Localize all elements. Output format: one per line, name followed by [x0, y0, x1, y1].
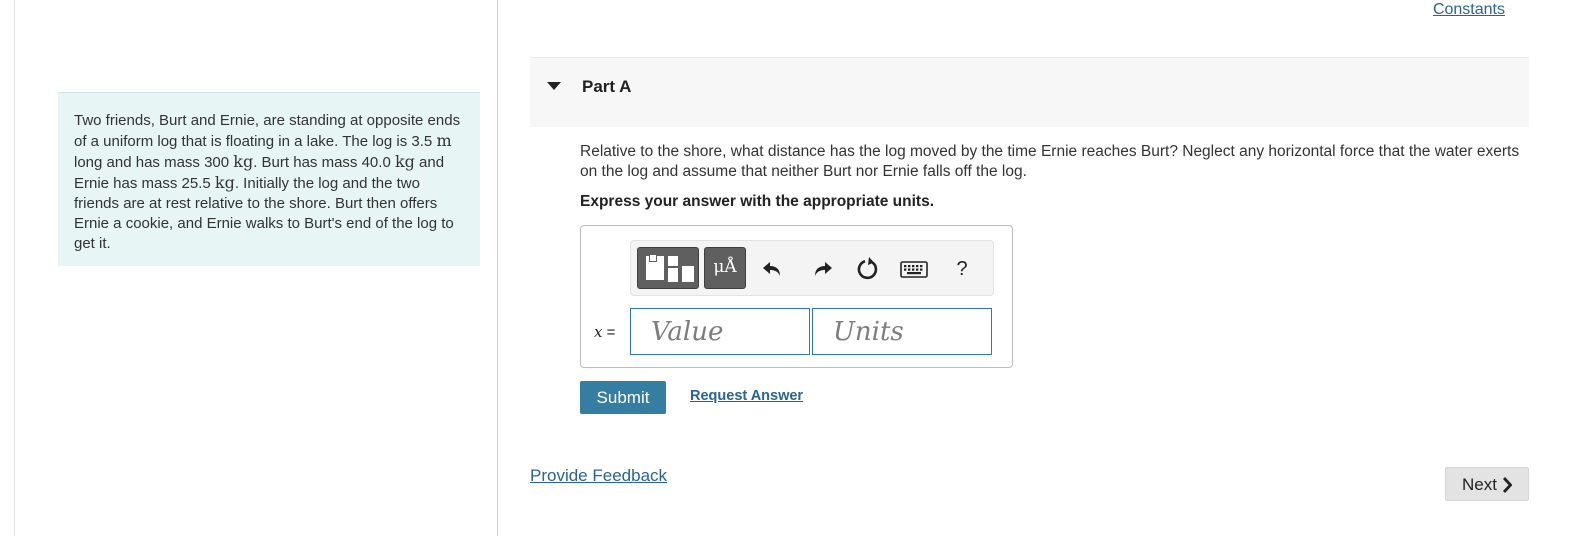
answer-instruction: Express your answer with the appropriate… [580, 193, 935, 210]
unit-meter: m [436, 131, 452, 150]
submit-button[interactable]: Submit [580, 381, 666, 414]
units-input[interactable] [812, 308, 992, 355]
request-answer-link[interactable]: Request Answer [690, 388, 803, 404]
keyboard-icon[interactable] [899, 254, 929, 284]
help-icon[interactable]: ? [947, 254, 977, 284]
reset-icon[interactable] [853, 254, 883, 284]
math-toolbar: μÅ ? [630, 240, 994, 296]
unit-kilogram: kg [394, 152, 415, 171]
problem-text: long and has mass 300 [74, 154, 234, 171]
problem-statement: Two friends, Burt and Ernie, are standin… [58, 92, 480, 266]
part-a-header[interactable]: Part A [530, 57, 1529, 127]
left-border [14, 0, 15, 536]
next-label: Next [1462, 475, 1497, 494]
chevron-right-icon [1502, 477, 1513, 498]
answer-panel: μÅ ? x = Value Units [580, 225, 1013, 368]
column-divider [497, 0, 498, 536]
variable-label: x = [594, 323, 615, 341]
redo-icon[interactable] [806, 254, 836, 284]
collapse-caret-icon[interactable] [547, 82, 561, 90]
value-input[interactable] [630, 308, 810, 355]
problem-text: . Burt has mass 40.0 [253, 154, 395, 171]
constants-link[interactable]: Constants [1433, 1, 1505, 19]
part-title: Part A [582, 77, 632, 96]
problem-text: Two friends, Burt and Ernie, are standin… [74, 112, 461, 150]
units-icon: μÅ [713, 257, 737, 277]
templates-button[interactable] [637, 247, 699, 289]
unit-kilogram: kg [214, 173, 235, 192]
next-button[interactable]: Next [1445, 467, 1529, 501]
question-text: Relative to the shore, what distance has… [580, 143, 1520, 180]
units-button[interactable]: μÅ [704, 247, 746, 289]
equals-sign: = [602, 324, 616, 341]
undo-icon[interactable] [759, 254, 789, 284]
unit-kilogram: kg [233, 152, 254, 171]
provide-feedback-link[interactable]: Provide Feedback [530, 466, 667, 486]
